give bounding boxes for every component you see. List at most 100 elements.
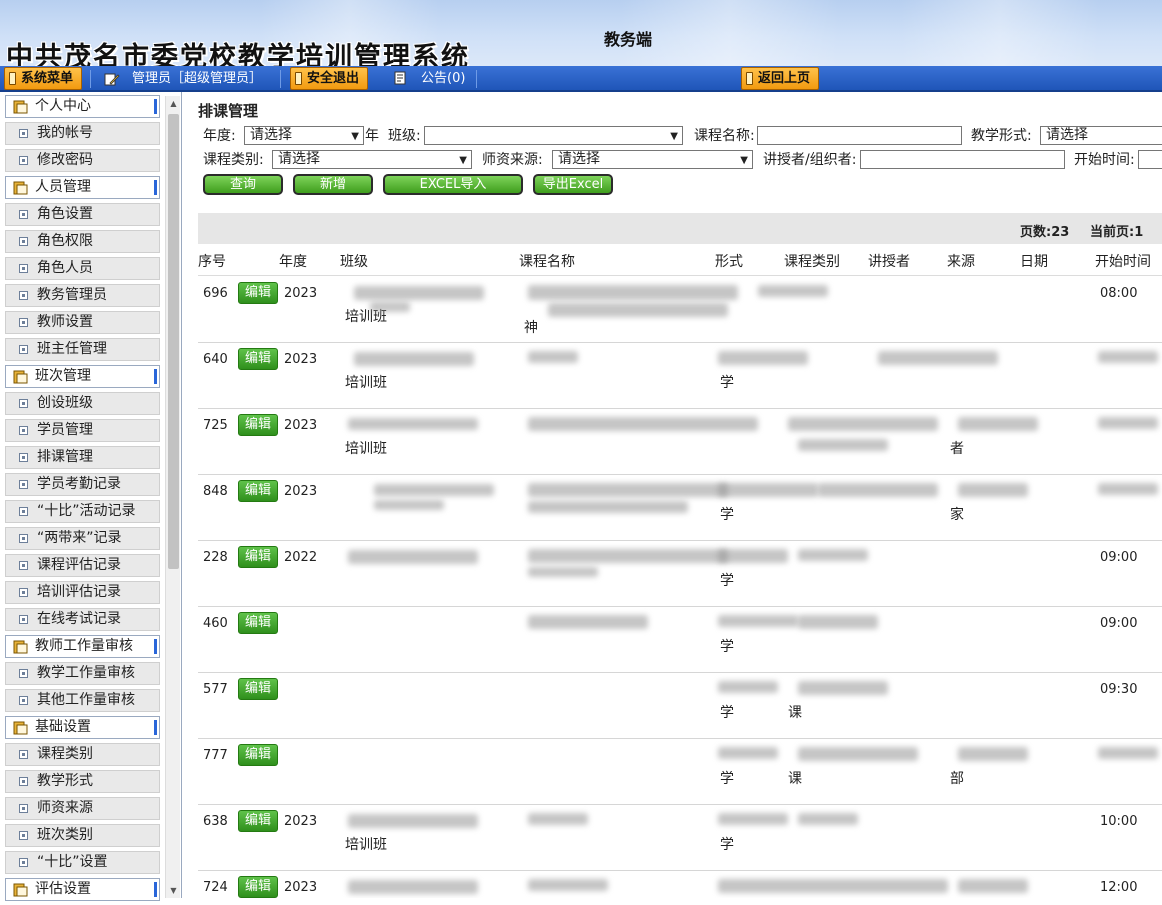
query-button[interactable]: 查询 bbox=[203, 174, 283, 195]
group-marker bbox=[154, 720, 157, 735]
scroll-down-icon[interactable]: ▼ bbox=[166, 883, 181, 898]
edit-button[interactable]: 编辑 bbox=[238, 810, 278, 832]
sidebar-item[interactable]: 学员管理 bbox=[5, 419, 160, 442]
sidebar-group[interactable]: 人员管理 bbox=[5, 176, 160, 199]
export-excel-button[interactable]: 导出Excel bbox=[533, 174, 613, 195]
start-time-input[interactable] bbox=[1138, 150, 1162, 169]
edit-button[interactable]: 编辑 bbox=[238, 546, 278, 568]
admin-user-link[interactable]: 管理员［超级管理员］ bbox=[132, 69, 262, 89]
sidebar-item[interactable]: 课程评估记录 bbox=[5, 554, 160, 577]
redacted-text bbox=[528, 879, 608, 891]
sidebar-group[interactable]: 个人中心 bbox=[5, 95, 160, 118]
sidebar-item[interactable]: “十比”活动记录 bbox=[5, 500, 160, 523]
clipboard-icon bbox=[13, 721, 28, 735]
bullet-icon bbox=[19, 696, 28, 705]
sidebar-item-label: 师资来源 bbox=[37, 800, 93, 816]
sidebar-item[interactable]: 学员考勤记录 bbox=[5, 473, 160, 496]
sidebar-group-label: 教师工作量审核 bbox=[35, 638, 133, 654]
sidebar-item[interactable]: 班次类别 bbox=[5, 824, 160, 847]
year-select[interactable]: 请选择 ▼ bbox=[244, 126, 364, 145]
sidebar-item[interactable]: 我的帐号 bbox=[5, 122, 160, 145]
edit-button[interactable]: 编辑 bbox=[238, 348, 278, 370]
redacted-text bbox=[958, 879, 1028, 893]
bullet-icon bbox=[19, 588, 28, 597]
table-row: 725 编辑 2023 培训班 者 bbox=[198, 409, 1162, 475]
col-header-class: 班级 bbox=[340, 254, 368, 270]
course-name-input[interactable] bbox=[757, 126, 962, 145]
bullet-icon bbox=[19, 237, 28, 246]
sidebar-scrollbar[interactable]: ▲ ▼ bbox=[165, 96, 180, 898]
teaching-form-select[interactable]: 请选择 bbox=[1040, 126, 1162, 145]
redacted-text bbox=[958, 417, 1038, 431]
redacted-text bbox=[718, 813, 788, 825]
logout-button[interactable]: 安全退出 bbox=[290, 67, 369, 90]
chevron-down-icon: ▼ bbox=[459, 155, 467, 166]
group-marker bbox=[154, 639, 157, 654]
redacted-text bbox=[528, 813, 588, 825]
row-form: 学 bbox=[720, 837, 734, 853]
row-id: 638 bbox=[203, 814, 228, 829]
row-source: 家 bbox=[950, 507, 964, 523]
table-row: 696 编辑 2023 培训班神 08:00 bbox=[198, 277, 1162, 343]
sidebar-group[interactable]: 教师工作量审核 bbox=[5, 635, 160, 658]
bullet-icon bbox=[19, 264, 28, 273]
add-button[interactable]: 新增 bbox=[293, 174, 373, 195]
teaching-form-value: 请选择 bbox=[1046, 127, 1088, 143]
system-menu-button[interactable]: 系统菜单 bbox=[4, 67, 83, 90]
sidebar-item[interactable]: 教学工作量审核 bbox=[5, 662, 160, 685]
bullet-icon bbox=[19, 156, 28, 165]
sidebar-group-label: 人员管理 bbox=[35, 179, 91, 195]
group-marker bbox=[154, 882, 157, 897]
edit-button[interactable]: 编辑 bbox=[238, 876, 278, 898]
row-year: 2023 bbox=[284, 484, 318, 499]
sidebar-item-label: 角色人员 bbox=[37, 260, 93, 276]
back-icon bbox=[746, 72, 753, 85]
edit-button[interactable]: 编辑 bbox=[238, 414, 278, 436]
sidebar-item[interactable]: 培训评估记录 bbox=[5, 581, 160, 604]
sidebar-item[interactable]: “两带来”记录 bbox=[5, 527, 160, 550]
row-form: 学 bbox=[720, 705, 734, 721]
sidebar-group[interactable]: 班次管理 bbox=[5, 365, 160, 388]
edit-button[interactable]: 编辑 bbox=[238, 282, 278, 304]
sidebar-item[interactable]: “十比”设置 bbox=[5, 851, 160, 874]
sidebar-item-label: 排课管理 bbox=[37, 449, 93, 465]
teacher-source-select[interactable]: 请选择 ▼ bbox=[552, 150, 753, 169]
sidebar: 个人中心我的帐号修改密码人员管理角色设置角色权限角色人员教务管理员教师设置班主任… bbox=[0, 92, 182, 901]
sidebar-item[interactable]: 课程类别 bbox=[5, 743, 160, 766]
row-id: 577 bbox=[203, 682, 228, 697]
back-button[interactable]: 返回上页 bbox=[741, 67, 820, 90]
lecturer-input[interactable] bbox=[860, 150, 1065, 169]
edit-button[interactable]: 编辑 bbox=[238, 612, 278, 634]
sidebar-item[interactable]: 修改密码 bbox=[5, 149, 160, 172]
edit-button[interactable]: 编辑 bbox=[238, 678, 278, 700]
sidebar-item[interactable]: 班主任管理 bbox=[5, 338, 160, 361]
bullet-icon bbox=[19, 507, 28, 516]
notice-link[interactable]: 公告(0) bbox=[421, 69, 465, 89]
redacted-text bbox=[878, 351, 998, 365]
sidebar-group[interactable]: 基础设置 bbox=[5, 716, 160, 739]
sidebar-item[interactable]: 其他工作量审核 bbox=[5, 689, 160, 712]
sidebar-item[interactable]: 创设班级 bbox=[5, 392, 160, 415]
bullet-icon bbox=[19, 669, 28, 678]
sidebar-item[interactable]: 师资来源 bbox=[5, 797, 160, 820]
sidebar-item[interactable]: 教务管理员 bbox=[5, 284, 160, 307]
redacted-text bbox=[1098, 417, 1158, 429]
scroll-up-icon[interactable]: ▲ bbox=[166, 96, 181, 111]
course-type-select[interactable]: 请选择 ▼ bbox=[272, 150, 472, 169]
sidebar-item[interactable]: 教师设置 bbox=[5, 311, 160, 334]
redacted-text bbox=[798, 439, 888, 451]
edit-button[interactable]: 编辑 bbox=[238, 480, 278, 502]
edit-button[interactable]: 编辑 bbox=[238, 744, 278, 766]
sidebar-item[interactable]: 教学形式 bbox=[5, 770, 160, 793]
sidebar-item[interactable]: 角色人员 bbox=[5, 257, 160, 280]
sidebar-item[interactable]: 在线考试记录 bbox=[5, 608, 160, 631]
current-page: 当前页:1 bbox=[1090, 225, 1144, 240]
excel-import-button[interactable]: EXCEL导入 bbox=[383, 174, 523, 195]
scrollbar-thumb[interactable] bbox=[168, 114, 179, 569]
sidebar-item[interactable]: 角色权限 bbox=[5, 230, 160, 253]
sidebar-item[interactable]: 排课管理 bbox=[5, 446, 160, 469]
sidebar-item-label: 班主任管理 bbox=[37, 341, 107, 357]
sidebar-item[interactable]: 角色设置 bbox=[5, 203, 160, 226]
class-select[interactable]: ▼ bbox=[424, 126, 683, 145]
row-start-time: 09:00 bbox=[1100, 550, 1138, 565]
